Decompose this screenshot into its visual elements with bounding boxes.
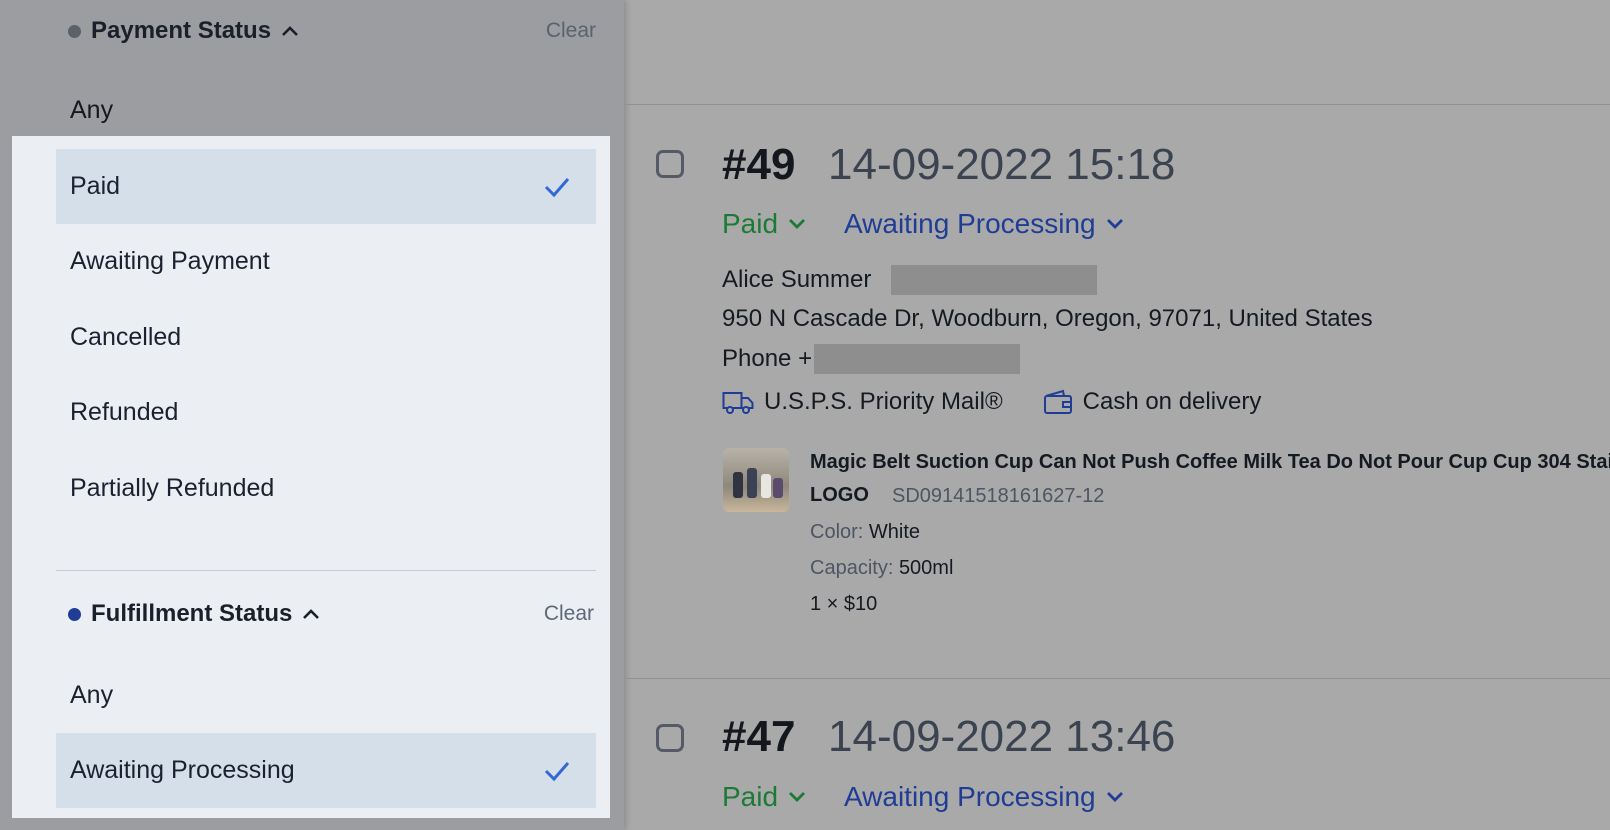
- truck-icon: [722, 392, 754, 414]
- payment-status-header[interactable]: Payment Status Clear: [68, 11, 596, 51]
- option-label: Paid: [70, 172, 121, 200]
- product-thumbnail[interactable]: [723, 448, 789, 512]
- fulfillment-status-title: Fulfillment Status: [91, 600, 293, 627]
- checkmark-icon: [544, 178, 570, 198]
- option-label: Awaiting Processing: [70, 756, 295, 784]
- chevron-down-icon: [1106, 219, 1123, 229]
- payment-option-cancelled[interactable]: Cancelled: [56, 300, 596, 375]
- payment-status-label: Paid: [722, 208, 779, 239]
- checkmark-icon: [544, 762, 570, 782]
- product-color: Color: White: [810, 521, 920, 544]
- product-capacity: Capacity: 500ml: [810, 557, 953, 580]
- attr-value: 500ml: [898, 557, 954, 579]
- fulfillment-clear-button[interactable]: Clear: [544, 602, 594, 626]
- customer-name: Alice Summer: [722, 266, 872, 293]
- shipping-method: U.S.P.S. Priority Mail®: [764, 388, 1003, 415]
- option-label: Awaiting Payment: [70, 247, 270, 275]
- payment-status-title: Payment Status: [91, 17, 272, 44]
- order-select-checkbox[interactable]: [656, 724, 684, 752]
- redacted-email: [891, 265, 1097, 295]
- payment-option-refunded[interactable]: Refunded: [56, 375, 596, 450]
- filter-sidebar: Payment Status Clear Any Paid Awaiting P…: [0, 0, 624, 830]
- attr-key: Capacity:: [810, 557, 894, 579]
- customer-address: 950 N Cascade Dr, Woodburn, Oregon, 9707…: [722, 305, 1373, 332]
- payment-option-any[interactable]: Any: [70, 96, 113, 125]
- payment-status-dropdown[interactable]: Paid: [722, 208, 806, 240]
- payment-status-label: Paid: [722, 781, 779, 812]
- payment-option-partially-refunded[interactable]: Partially Refunded: [56, 451, 596, 526]
- filter-options-panel: Paid Awaiting Payment Cancelled Refunded…: [12, 136, 610, 818]
- fulfillment-status-dropdown[interactable]: Awaiting Processing: [844, 208, 1124, 240]
- payment-clear-button[interactable]: Clear: [546, 19, 596, 43]
- option-label: Partially Refunded: [70, 474, 275, 502]
- payment-status-dot: [68, 24, 81, 38]
- fulfillment-status-dot: [68, 607, 81, 621]
- chevron-up-icon[interactable]: [281, 25, 299, 37]
- filter-divider: [56, 570, 596, 571]
- option-label: Cancelled: [70, 323, 182, 351]
- list-divider: [626, 104, 1610, 105]
- order-id[interactable]: #47: [722, 712, 795, 762]
- order-select-checkbox[interactable]: [656, 150, 684, 178]
- product-logo-variant: LOGO: [810, 484, 869, 506]
- order-divider: [626, 678, 1610, 679]
- wallet-icon: [1043, 389, 1072, 414]
- redacted-phone: [814, 344, 1020, 374]
- order-date: 14-09-2022 13:46: [828, 712, 1176, 761]
- product-sku: SD09141518161627-12: [892, 485, 1105, 507]
- attr-key: Color:: [810, 521, 864, 543]
- payment-method: Cash on delivery: [1082, 388, 1262, 415]
- fulfillment-status-label: Awaiting Processing: [844, 781, 1096, 812]
- fulfillment-option-awaiting-processing[interactable]: Awaiting Processing: [56, 733, 596, 808]
- payment-status-dropdown[interactable]: Paid: [722, 781, 806, 813]
- option-label: Refunded: [70, 398, 179, 426]
- fulfillment-status-header[interactable]: Fulfillment Status Clear: [68, 594, 594, 634]
- chevron-up-icon[interactable]: [302, 608, 320, 620]
- product-title[interactable]: Magic Belt Suction Cup Can Not Push Coff…: [810, 451, 1610, 474]
- chevron-down-icon: [1106, 792, 1123, 802]
- option-label: Any: [70, 681, 114, 709]
- payment-option-awaiting-payment[interactable]: Awaiting Payment: [56, 224, 596, 299]
- shipping-payment-row: U.S.P.S. Priority Mail® Cash on delivery: [722, 388, 1261, 416]
- order-date: 14-09-2022 15:18: [828, 140, 1176, 189]
- fulfillment-option-any[interactable]: Any: [56, 658, 596, 733]
- chevron-down-icon: [789, 219, 806, 229]
- payment-option-paid[interactable]: Paid: [56, 149, 596, 224]
- order-id[interactable]: #49: [722, 140, 795, 190]
- attr-value: White: [868, 521, 921, 543]
- fulfillment-status-dropdown[interactable]: Awaiting Processing: [844, 781, 1124, 813]
- fulfillment-status-label: Awaiting Processing: [844, 208, 1096, 239]
- chevron-down-icon: [789, 792, 806, 802]
- product-qty-price: 1 × $10: [810, 593, 878, 615]
- orders-list: #49 14-09-2022 15:18 Paid Awaiting Proce…: [626, 0, 1610, 830]
- customer-phone-label: Phone +: [722, 345, 813, 372]
